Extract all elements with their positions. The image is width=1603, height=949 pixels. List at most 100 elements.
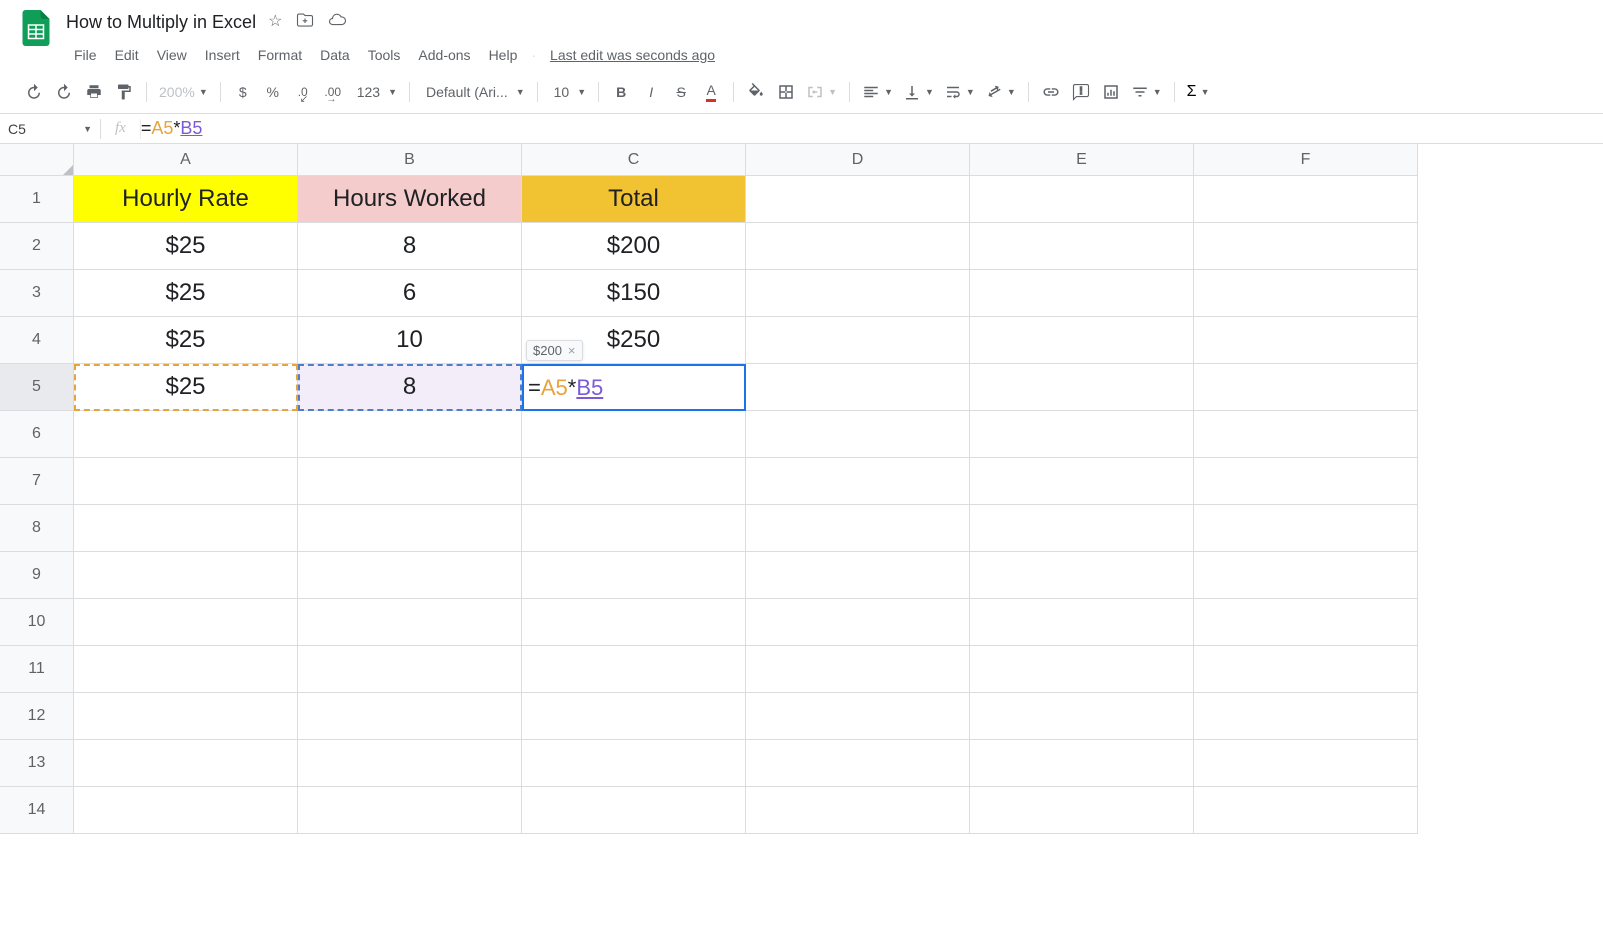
filter-button[interactable]: ▼ [1127, 83, 1166, 101]
last-edit-link[interactable]: Last edit was seconds ago [550, 47, 715, 63]
cell-E14[interactable] [970, 787, 1194, 834]
cell-C1[interactable]: Total [522, 176, 746, 223]
cell-F10[interactable] [1194, 599, 1418, 646]
cell-D7[interactable] [746, 458, 970, 505]
row-header-8[interactable]: 8 [0, 505, 74, 552]
cell-D9[interactable] [746, 552, 970, 599]
cell-D2[interactable] [746, 223, 970, 270]
cell-E5[interactable] [970, 364, 1194, 411]
cell-B2[interactable]: 8 [298, 223, 522, 270]
cell-E8[interactable] [970, 505, 1194, 552]
cell-D14[interactable] [746, 787, 970, 834]
cell-B1[interactable]: Hours Worked [298, 176, 522, 223]
cell-D6[interactable] [746, 411, 970, 458]
cell-A10[interactable] [74, 599, 298, 646]
redo-button[interactable] [50, 78, 78, 106]
cell-F7[interactable] [1194, 458, 1418, 505]
row-header-12[interactable]: 12 [0, 693, 74, 740]
cell-A8[interactable] [74, 505, 298, 552]
cell-A3[interactable]: $25 [74, 270, 298, 317]
menu-edit[interactable]: Edit [107, 43, 147, 67]
text-color-button[interactable]: A [697, 78, 725, 106]
cell-B8[interactable] [298, 505, 522, 552]
row-header-6[interactable]: 6 [0, 411, 74, 458]
cell-E10[interactable] [970, 599, 1194, 646]
cell-A7[interactable] [74, 458, 298, 505]
cell-B5[interactable]: 8 [298, 364, 522, 411]
cell-D3[interactable] [746, 270, 970, 317]
italic-button[interactable]: I [637, 78, 665, 106]
fill-color-button[interactable] [742, 78, 770, 106]
menu-file[interactable]: File [66, 43, 105, 67]
row-header-1[interactable]: 1 [0, 176, 74, 223]
cell-B3[interactable]: 6 [298, 270, 522, 317]
cell-E1[interactable] [970, 176, 1194, 223]
cell-C6[interactable] [522, 411, 746, 458]
cell-B7[interactable] [298, 458, 522, 505]
cell-E11[interactable] [970, 646, 1194, 693]
cell-A2[interactable]: $25 [74, 223, 298, 270]
preview-close-icon[interactable]: × [568, 343, 576, 358]
menu-view[interactable]: View [149, 43, 195, 67]
cell-B4[interactable]: 10 [298, 317, 522, 364]
cell-D8[interactable] [746, 505, 970, 552]
formula-bar[interactable]: =A5*B5 [141, 118, 1603, 139]
cell-A9[interactable] [74, 552, 298, 599]
row-header-11[interactable]: 11 [0, 646, 74, 693]
strikethrough-button[interactable]: S [667, 78, 695, 106]
cell-F5[interactable] [1194, 364, 1418, 411]
cell-E12[interactable] [970, 693, 1194, 740]
cell-F3[interactable] [1194, 270, 1418, 317]
cell-F11[interactable] [1194, 646, 1418, 693]
text-wrap-button[interactable]: ▼ [940, 83, 979, 101]
cell-B14[interactable] [298, 787, 522, 834]
bold-button[interactable]: B [607, 78, 635, 106]
cell-D11[interactable] [746, 646, 970, 693]
cell-B11[interactable] [298, 646, 522, 693]
sheets-logo[interactable] [16, 8, 56, 48]
zoom-dropdown[interactable]: 200%▼ [155, 84, 212, 100]
cell-C7[interactable] [522, 458, 746, 505]
increase-decimal-button[interactable]: .00→ [319, 78, 347, 106]
cell-A13[interactable] [74, 740, 298, 787]
cell-D13[interactable] [746, 740, 970, 787]
row-header-10[interactable]: 10 [0, 599, 74, 646]
cell-D4[interactable] [746, 317, 970, 364]
cell-A1[interactable]: Hourly Rate [74, 176, 298, 223]
font-dropdown[interactable]: Default (Ari...▼ [418, 84, 529, 100]
cell-C13[interactable] [522, 740, 746, 787]
cell-F8[interactable] [1194, 505, 1418, 552]
insert-chart-button[interactable] [1097, 78, 1125, 106]
cell-D1[interactable] [746, 176, 970, 223]
doc-title[interactable]: How to Multiply in Excel [66, 12, 256, 33]
print-button[interactable] [80, 78, 108, 106]
cell-C11[interactable] [522, 646, 746, 693]
cell-A5[interactable]: $25 [74, 364, 298, 411]
row-header-9[interactable]: 9 [0, 552, 74, 599]
cell-B13[interactable] [298, 740, 522, 787]
cell-D10[interactable] [746, 599, 970, 646]
col-header-F[interactable]: F [1194, 144, 1418, 176]
cell-A4[interactable]: $25 [74, 317, 298, 364]
menu-insert[interactable]: Insert [197, 43, 248, 67]
menu-format[interactable]: Format [250, 43, 310, 67]
cell-E9[interactable] [970, 552, 1194, 599]
cell-E4[interactable] [970, 317, 1194, 364]
row-header-2[interactable]: 2 [0, 223, 74, 270]
cell-F9[interactable] [1194, 552, 1418, 599]
format-currency-button[interactable]: $ [229, 78, 257, 106]
row-header-4[interactable]: 4 [0, 317, 74, 364]
cell-B9[interactable] [298, 552, 522, 599]
insert-comment-button[interactable] [1067, 78, 1095, 106]
cell-D5[interactable] [746, 364, 970, 411]
cell-A6[interactable] [74, 411, 298, 458]
cloud-icon[interactable] [328, 11, 346, 34]
cell-E7[interactable] [970, 458, 1194, 505]
cell-F4[interactable] [1194, 317, 1418, 364]
col-header-B[interactable]: B [298, 144, 522, 176]
cell-C2[interactable]: $200 [522, 223, 746, 270]
cell-F6[interactable] [1194, 411, 1418, 458]
cell-E6[interactable] [970, 411, 1194, 458]
cell-E2[interactable] [970, 223, 1194, 270]
text-rotation-button[interactable]: ▼ [981, 83, 1020, 101]
